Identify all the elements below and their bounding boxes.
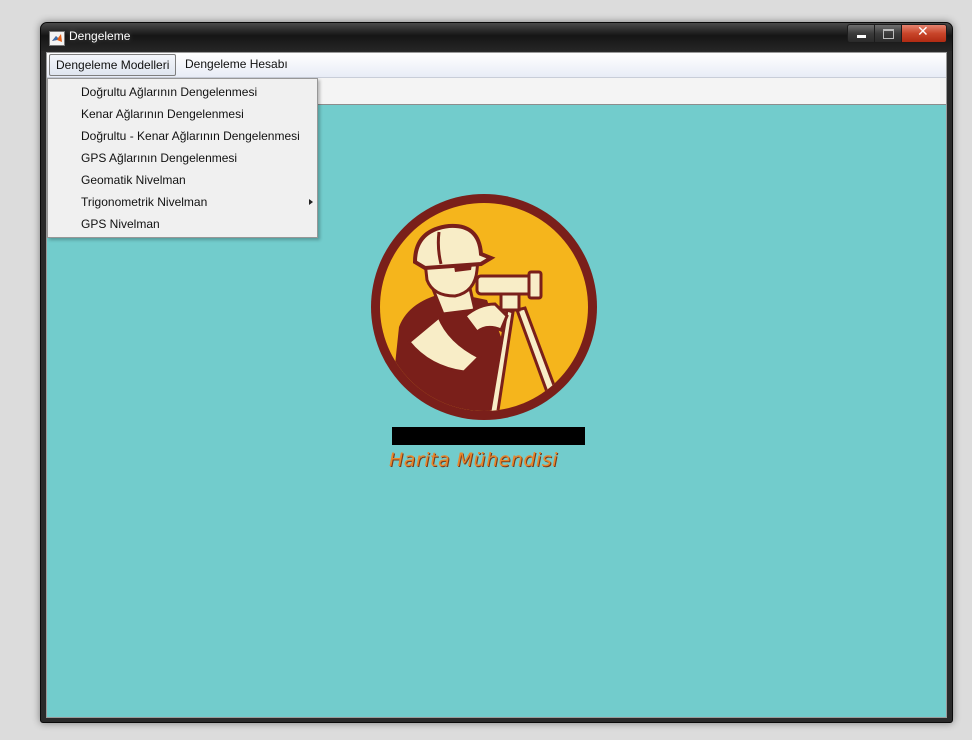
menu-item-geomatik-nivelman[interactable]: Geomatik Nivelman [48,169,317,191]
menu-item-gps-aglari[interactable]: GPS Ağlarının Dengelenmesi [48,147,317,169]
menu-item-gps-nivelman[interactable]: GPS Nivelman [48,213,317,235]
menu-item-kenar-aglari[interactable]: Kenar Ağlarının Dengelenmesi [48,103,317,125]
matlab-icon [49,31,65,46]
menu-dengeleme-modelleri[interactable]: Dengeleme Modelleri [49,54,177,76]
menu-bar: Dengeleme Modelleri Dengeleme Hesabı [47,53,946,78]
menu-item-dogrultu-aglari[interactable]: Doğrultu Ağlarının Dengelenmesi [48,81,317,103]
menu-item-label: GPS Ağlarının Dengelenmesi [81,151,238,165]
maximize-button[interactable] [875,24,902,43]
submenu-arrow-icon [309,199,313,205]
menu-item-label: Doğrultu - Kenar Ağlarının Dengelenmesi [81,129,300,143]
menu-dengeleme-hesabi[interactable]: Dengeleme Hesabı [179,55,294,73]
menu-item-label: Kenar Ağlarının Dengelenmesi [81,107,244,121]
menu-item-label: GPS Nivelman [81,217,160,231]
menu-item-label: Doğrultu Ağlarının Dengelenmesi [81,85,258,99]
menu-item-label: Geomatik Nivelman [81,173,186,187]
close-button[interactable]: ✕ [902,24,947,43]
minimize-button[interactable] [847,24,875,43]
maximize-icon [883,29,894,39]
minimize-icon [857,35,866,38]
dropdown-menu: Doğrultu Ağlarının Dengelenmesi Kenar Ağ… [47,78,318,238]
close-icon: ✕ [917,24,929,40]
logo-caption: Harita Mühendisi [389,449,558,471]
menu-item-trigonometrik-nivelman[interactable]: Trigonometrik Nivelman [48,191,317,213]
title-bar[interactable]: Dengeleme ✕ [41,23,952,51]
window-title: Dengeleme [69,29,131,43]
menu-item-label: Trigonometrik Nivelman [81,195,208,209]
window-controls: ✕ [847,24,947,43]
surveyor-icon [371,194,597,420]
redacted-name-bar [392,427,585,445]
menu-item-dogrultu-kenar-aglari[interactable]: Doğrultu - Kenar Ağlarının Dengelenmesi [48,125,317,147]
